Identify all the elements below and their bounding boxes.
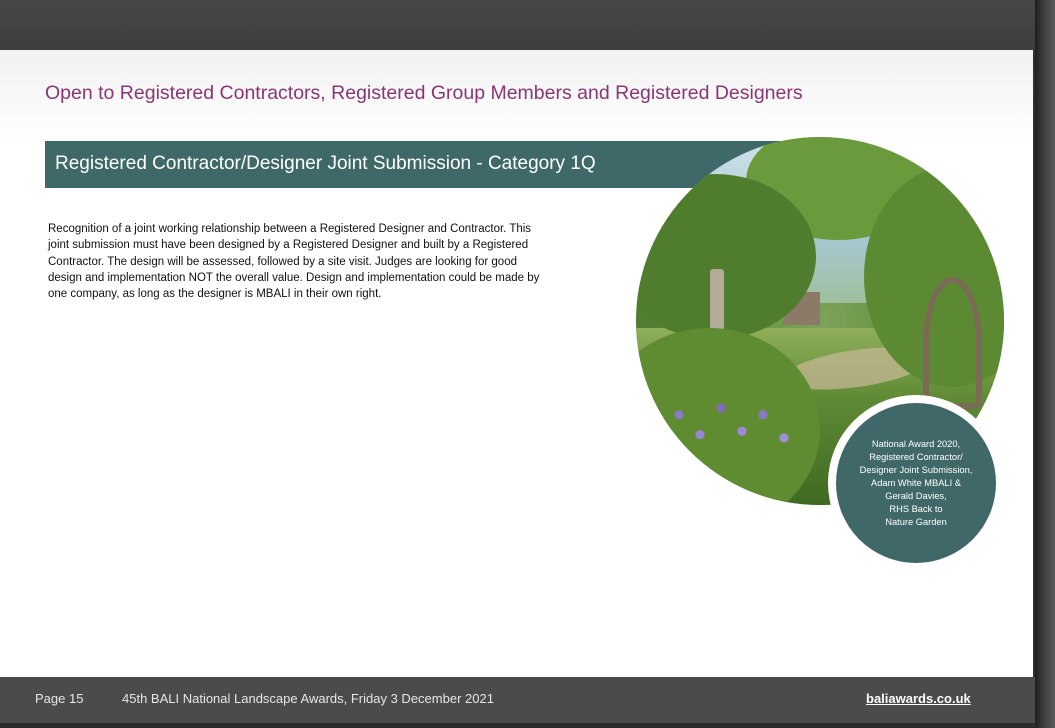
viewer-scroll-edge [1035,0,1055,728]
photo-caption-circle: National Award 2020, Registered Contract… [828,395,1004,571]
photo-caption: National Award 2020, Registered Contract… [841,438,991,529]
caption-line: Adam White MBALI & [871,477,961,488]
page-number: Page 15 [35,691,84,706]
event-title: 45th BALI National Landscape Awards, Fri… [122,691,494,706]
category-title: Registered Contractor/Designer Joint Sub… [55,153,596,174]
viewer-bottom-edge [0,723,1035,728]
document-page: Open to Registered Contractors, Register… [0,50,1033,677]
caption-line: RHS Back to [889,503,943,514]
viewer-top-bar [0,0,1035,50]
photo-willow-arch [923,276,982,410]
caption-line: Gerald Davies, [885,490,947,501]
caption-line: Designer Joint Submission, [859,464,973,475]
page-footer: Page 15 45th BALI National Landscape Awa… [0,677,1035,723]
caption-line: Registered Contractor/ [869,451,963,462]
caption-line: National Award 2020, [871,438,961,449]
caption-line: Nature Garden [885,516,947,527]
category-description: Recognition of a joint working relations… [48,223,540,301]
photo-flowers [665,394,806,461]
website-link[interactable]: baliawards.co.uk [866,691,971,706]
eligibility-heading: Open to Registered Contractors, Register… [45,82,803,104]
photo-caption-inner: National Award 2020, Registered Contract… [836,403,996,563]
